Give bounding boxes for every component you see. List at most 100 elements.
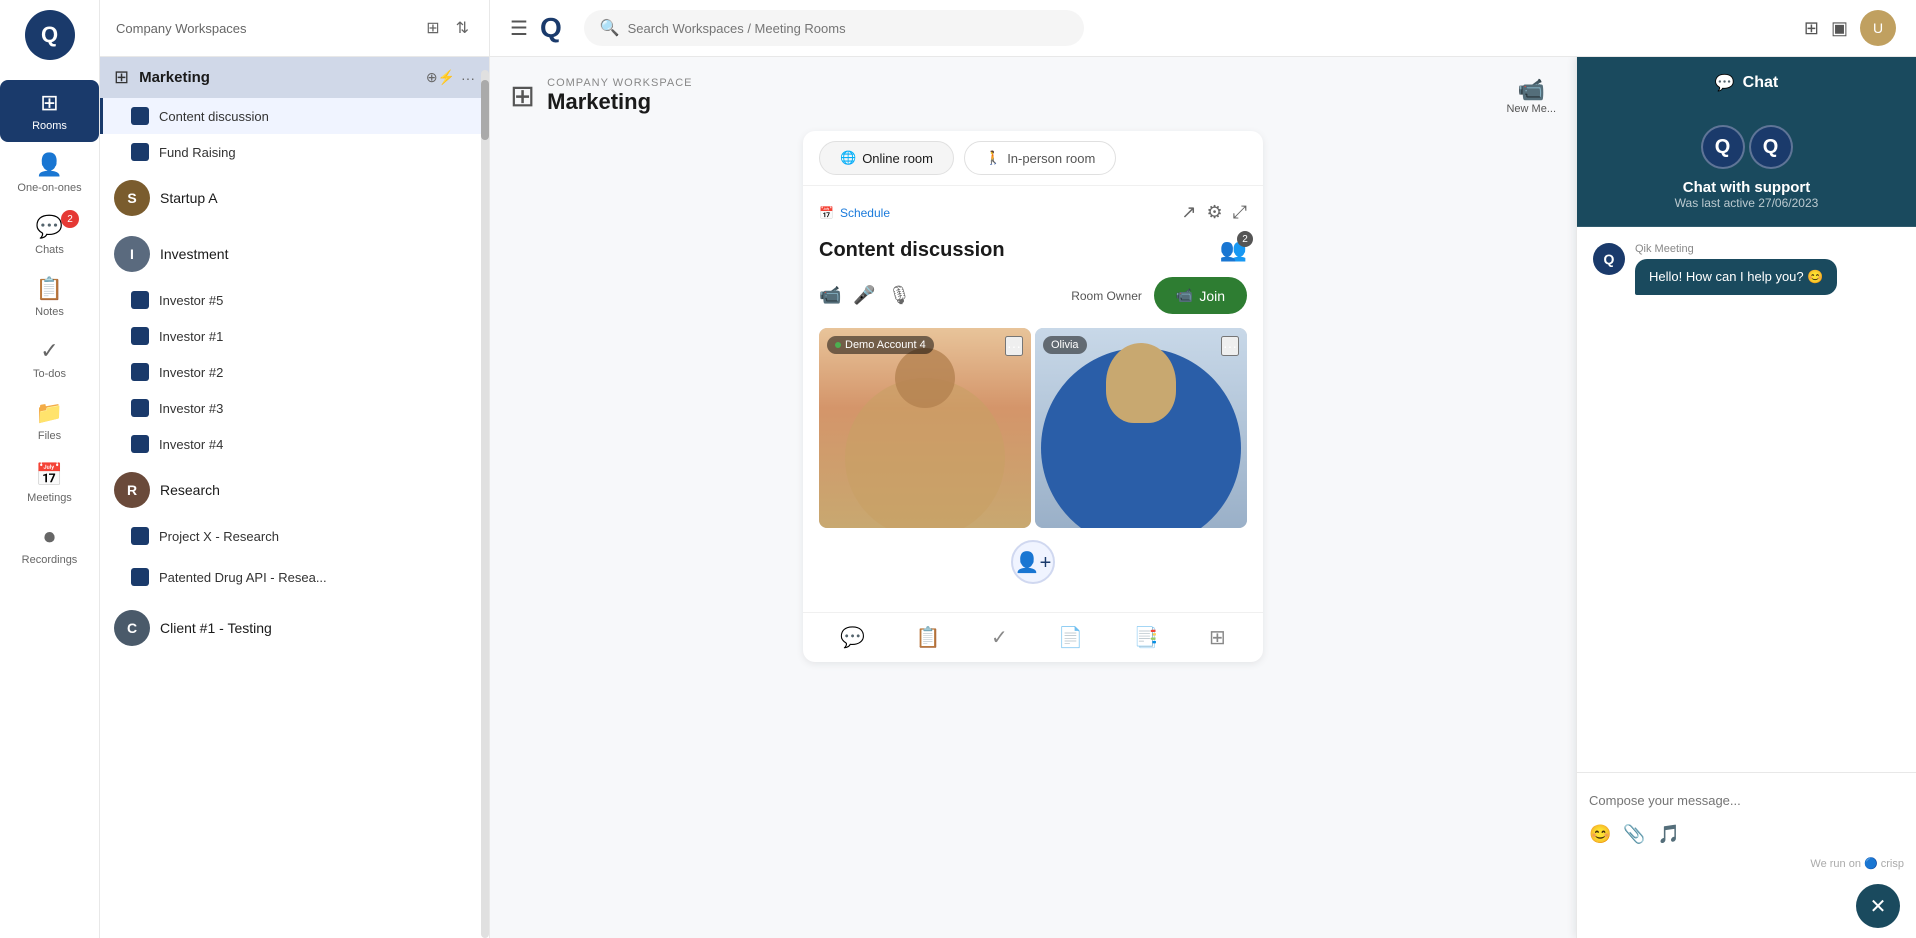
- subitem-investor-2[interactable]: Investor #2: [100, 354, 489, 390]
- join-btn[interactable]: 📹 Join: [1154, 277, 1247, 314]
- subitem-investor-1[interactable]: Investor #1: [100, 318, 489, 354]
- chat-bubble-icon: 💬: [1715, 73, 1735, 93]
- investment-add-btn[interactable]: ⊕⚡: [406, 240, 447, 268]
- demo-person-visual: [819, 328, 1031, 528]
- room-card: 🌐 Online room 🚶 In-person room 📅: [803, 131, 1263, 662]
- investor-1-icon: [131, 327, 149, 345]
- chat-msg-bubble: Hello! How can I help you? 😊: [1635, 259, 1837, 295]
- nav-item-meetings[interactable]: 📅 Meetings: [0, 452, 99, 514]
- new-meeting-icon: 📹: [1518, 77, 1545, 103]
- search-bar[interactable]: 🔍: [584, 10, 1084, 46]
- room-nav-files[interactable]: 📄: [1058, 625, 1083, 650]
- subitem-investor-5[interactable]: Investor #5: [100, 282, 489, 318]
- app-logo-letter: Q: [41, 22, 58, 48]
- subitem-project-x[interactable]: Project X - Research: [100, 518, 489, 554]
- chat-message-1: Q Qik Meeting Hello! How can I help you?…: [1593, 243, 1900, 295]
- client-1-more-btn[interactable]: ···: [451, 615, 475, 641]
- olivia-video-menu[interactable]: ···: [1221, 336, 1239, 356]
- hamburger-btn[interactable]: ☰: [510, 16, 528, 41]
- workspace-section-title: Company Workspaces: [116, 21, 247, 36]
- user-avatar-top[interactable]: U: [1860, 10, 1896, 46]
- group-research[interactable]: R Research ···: [100, 462, 489, 518]
- workspace-name-block: COMPANY WORKSPACE Marketing: [547, 77, 692, 115]
- startup-a-more-btn[interactable]: ···: [451, 185, 475, 211]
- chat-messages: Q Qik Meeting Hello! How can I help you?…: [1577, 227, 1916, 772]
- nav-label-rooms: Rooms: [32, 120, 67, 132]
- workspace-header-row: ⊞ COMPANY WORKSPACE Marketing 📹 New Me..…: [510, 77, 1556, 115]
- patented-drug-more-btn[interactable]: 📋: [447, 563, 475, 591]
- new-meeting-btn[interactable]: 📹 New Me...: [1506, 77, 1556, 115]
- search-input[interactable]: [628, 21, 1068, 36]
- mic-btn[interactable]: 🎤: [853, 285, 875, 306]
- chat-input[interactable]: [1589, 785, 1904, 816]
- main-content: ☰ Q 🔍 ⊞ ▣ U ⊞ COMPANY WORKSPACE Marketin…: [490, 0, 1916, 938]
- emoji-btn[interactable]: 😊: [1589, 824, 1611, 845]
- video-btn[interactable]: 📹: [819, 285, 841, 306]
- nav-item-one-on-ones[interactable]: 👤 One-on-ones: [0, 142, 99, 204]
- investment-avatar: I: [114, 236, 150, 272]
- research-more-btn[interactable]: ···: [451, 477, 475, 503]
- mic-off-btn[interactable]: 🎙: [888, 285, 911, 306]
- room-nav-todos[interactable]: ✓: [991, 625, 1008, 650]
- patented-drug-chat-btn[interactable]: 💬: [415, 563, 443, 591]
- in-person-room-icon: 🚶: [985, 150, 1001, 166]
- room-toolbar: 📅 Schedule ↗ ⚙ ⤢: [819, 202, 1247, 223]
- group-client-1[interactable]: C Client #1 - Testing ···: [100, 600, 489, 656]
- chat-msg-content: Qik Meeting Hello! How can I help you? 😊: [1635, 243, 1837, 295]
- tab-online-room[interactable]: 🌐 Online room: [819, 141, 954, 175]
- marketing-more-btn[interactable]: ···: [461, 70, 475, 86]
- nav-item-notes[interactable]: 📋 Notes: [0, 266, 99, 328]
- nav-item-files[interactable]: 📁 Files: [0, 390, 99, 452]
- subitem-investor-4[interactable]: Investor #4: [100, 426, 489, 462]
- chat-avatar-2: Q: [1749, 125, 1793, 169]
- close-chat-btn[interactable]: ✕: [1856, 884, 1900, 928]
- nav-item-rooms[interactable]: ⊞ Rooms: [0, 80, 99, 142]
- app-logo[interactable]: Q: [25, 10, 75, 60]
- subitem-patented-drug[interactable]: Patented Drug API - Resea... 💬 📋: [100, 554, 489, 600]
- room-nav-notes[interactable]: 📋: [916, 625, 941, 650]
- room-nav-chat[interactable]: 💬: [840, 625, 865, 650]
- fund-raising-icon: [131, 143, 149, 161]
- investment-name: Investment: [160, 246, 406, 262]
- investor-2-icon: [131, 363, 149, 381]
- nav-item-recordings[interactable]: ⏺ Recordings: [0, 514, 99, 576]
- grid-view-btn[interactable]: ⊞: [1804, 18, 1819, 39]
- room-nav-more[interactable]: 📑: [1134, 625, 1159, 650]
- chat-panel: 💬 Chat Q Q Chat with support Was last ac…: [1576, 57, 1916, 938]
- layout-btn[interactable]: ▣: [1831, 18, 1848, 39]
- video-cell-demo: Demo Account 4 ···: [819, 328, 1031, 528]
- marketing-add-btn[interactable]: ⊕⚡: [426, 69, 455, 86]
- room-nav-grid[interactable]: ⊞: [1209, 625, 1226, 650]
- group-marketing[interactable]: ⊞ Marketing ⊕⚡ ···: [100, 57, 489, 98]
- investor-1-label: Investor #1: [159, 329, 475, 344]
- subitem-content-discussion[interactable]: Content discussion: [100, 98, 489, 134]
- add-person-btn[interactable]: 👤+: [1011, 540, 1055, 584]
- nav-label-meetings: Meetings: [27, 492, 72, 504]
- notes-icon: 📋: [36, 276, 63, 302]
- nav-item-chats[interactable]: 💬 Chats 2: [0, 204, 99, 266]
- group-investment[interactable]: I Investment ⊕⚡ ···: [100, 226, 489, 282]
- nav-label-recordings: Recordings: [22, 554, 78, 566]
- subitem-fund-raising[interactable]: Fund Raising: [100, 134, 489, 170]
- demo-name: Demo Account 4: [845, 339, 926, 351]
- subitem-investor-3[interactable]: Investor #3: [100, 390, 489, 426]
- share-btn[interactable]: ↗: [1181, 202, 1196, 223]
- add-workspace-btn[interactable]: ⊞: [422, 14, 443, 42]
- recordings-icon: ⏺: [44, 524, 55, 550]
- room-controls: 📹 🎤 🎙 Room Owner 📹 Join: [819, 277, 1247, 314]
- investment-more-btn[interactable]: ···: [451, 240, 475, 268]
- nav-item-todos[interactable]: ✓ To-dos: [0, 328, 99, 390]
- settings-btn[interactable]: ⚙: [1206, 202, 1222, 223]
- sidebar-scrollbar[interactable]: [481, 70, 489, 938]
- demo-video-menu[interactable]: ···: [1005, 336, 1023, 356]
- online-room-icon: 🌐: [840, 150, 856, 166]
- audio-btn[interactable]: 🎵: [1658, 824, 1680, 845]
- tab-in-person-room[interactable]: 🚶 In-person room: [964, 141, 1116, 175]
- expand-btn[interactable]: ⤢: [1233, 202, 1247, 223]
- workspace-header-actions: ⊞ ⇅: [422, 14, 473, 42]
- group-startup-a[interactable]: S Startup A ···: [100, 170, 489, 226]
- research-name: Research: [160, 482, 451, 498]
- sort-workspace-btn[interactable]: ⇅: [452, 14, 473, 42]
- todos-icon: ✓: [40, 338, 58, 364]
- attachment-btn[interactable]: 📎: [1623, 824, 1645, 845]
